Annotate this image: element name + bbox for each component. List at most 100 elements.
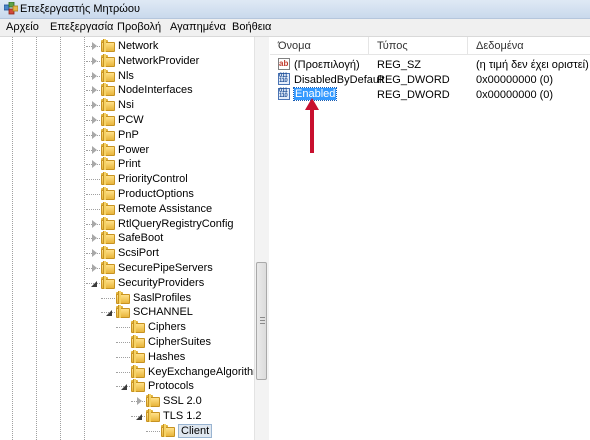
folder-icon xyxy=(116,305,131,319)
column-header-type[interactable]: Τύπος xyxy=(369,37,468,55)
collapsed-arrow-icon[interactable] xyxy=(135,397,144,406)
collapsed-arrow-icon[interactable] xyxy=(90,86,99,95)
collapsed-arrow-icon[interactable] xyxy=(90,249,99,258)
tree-node[interactable]: SaslProfiles xyxy=(0,290,254,306)
tree-node[interactable]: NetworkProvider xyxy=(0,53,254,69)
tree-node[interactable]: ProductOptions xyxy=(0,187,254,202)
tree-node-label: ProductOptions xyxy=(118,188,194,200)
tree-node[interactable]: PnP xyxy=(0,127,254,143)
tree-node[interactable]: KeyExchangeAlgorithms xyxy=(0,364,268,380)
tree-node-label: KeyExchangeAlgorithms xyxy=(148,365,268,378)
tree-node[interactable]: SafeBoot xyxy=(0,231,254,246)
tree-node[interactable]: PriorityControl xyxy=(0,172,254,187)
folder-icon xyxy=(101,187,116,200)
tree-node[interactable]: SecurityProviders xyxy=(0,275,254,291)
tree-node[interactable]: Client xyxy=(0,423,254,439)
tree-node[interactable]: PCW xyxy=(0,113,254,128)
folder-icon xyxy=(101,142,116,156)
tree-node-label: NodeInterfaces xyxy=(118,84,193,97)
tree-node[interactable]: Network xyxy=(0,39,254,54)
expanded-arrow-icon[interactable] xyxy=(120,382,129,391)
value-data: 0x00000000 (0) xyxy=(476,89,554,101)
expanded-arrow-icon[interactable] xyxy=(90,279,99,288)
folder-icon xyxy=(101,231,116,245)
collapsed-arrow-icon[interactable] xyxy=(90,234,99,243)
tree-guide-line xyxy=(116,371,130,373)
collapsed-arrow-icon[interactable] xyxy=(90,71,99,81)
window-title: Επεξεργαστής Μητρώου xyxy=(20,3,140,15)
tree-guide-line xyxy=(116,356,130,358)
value-row[interactable]: 011 110 DisabledByDefault REG_DWORD 0x000000… xyxy=(270,72,590,88)
menu-view[interactable]: Προβολή xyxy=(117,21,161,33)
tree-guide-line xyxy=(86,194,100,195)
folder-icon xyxy=(101,261,116,274)
tree-node[interactable]: Protocols xyxy=(0,379,254,394)
collapsed-arrow-icon[interactable] xyxy=(90,101,99,110)
folder-icon xyxy=(101,127,116,141)
folder-icon xyxy=(146,394,161,408)
registry-tree[interactable]: Network NetworkProvider Nls NodeInterfaces N… xyxy=(0,37,269,440)
menu-edit[interactable]: Επεξεργασία xyxy=(50,21,113,33)
tree-node-label: Print xyxy=(118,158,141,171)
folder-icon xyxy=(131,364,146,378)
menu-help[interactable]: Βοήθεια xyxy=(232,21,271,33)
tree-node[interactable]: Power xyxy=(0,142,254,158)
scrollbar-grip xyxy=(260,317,265,318)
value-data: 0x00000000 (0) xyxy=(476,74,554,86)
tree-node[interactable]: TLS 1.2 xyxy=(0,409,254,424)
collapsed-arrow-icon[interactable] xyxy=(90,56,99,66)
tree-node[interactable]: RtlQueryRegistryConfig xyxy=(0,216,254,232)
menu-favorites[interactable]: Αγαπημένα xyxy=(170,21,226,33)
tree-node[interactable]: SCHANNEL xyxy=(0,305,254,320)
tree-node-label: NetworkProvider xyxy=(118,54,200,67)
tree-guide-line xyxy=(116,342,130,343)
column-header-name[interactable]: Όνομα xyxy=(270,37,369,55)
expanded-arrow-icon[interactable] xyxy=(105,308,114,317)
value-row[interactable]: ab (Προεπιλογή) REG_SZ (η τιμή δεν έχει ορι… xyxy=(270,57,590,73)
tree-node[interactable]: Print xyxy=(0,157,254,172)
tree-guide-line xyxy=(101,297,115,299)
dword-value-icon: 011 110 xyxy=(278,73,290,85)
collapsed-arrow-icon[interactable] xyxy=(90,264,99,273)
tree-node[interactable]: Hashes xyxy=(0,349,254,365)
folder-icon xyxy=(101,216,116,230)
folder-icon xyxy=(131,379,146,393)
tree-node[interactable]: NodeInterfaces xyxy=(0,83,254,98)
scrollbar-grip xyxy=(260,323,265,324)
tree-node-label: SafeBoot xyxy=(118,232,164,245)
string-value-icon: ab xyxy=(278,58,290,70)
tree-node[interactable]: Nsi xyxy=(0,98,254,113)
tree-node[interactable]: Nls xyxy=(0,68,254,84)
tree-node[interactable]: Remote Assistance xyxy=(0,201,254,217)
tree-node-label: PriorityControl xyxy=(118,173,188,186)
folder-icon xyxy=(101,113,116,126)
tree-node-label: Power xyxy=(118,143,150,156)
value-type: REG_DWORD xyxy=(377,74,450,86)
tree-node-label: Hashes xyxy=(148,350,186,363)
menu-bar: Αρχείο Επεξεργασία Προβολή Αγαπημένα Βοή… xyxy=(0,19,590,37)
registry-editor-icon xyxy=(4,2,18,15)
collapsed-arrow-icon[interactable] xyxy=(90,42,99,51)
collapsed-arrow-icon[interactable] xyxy=(90,219,99,229)
tree-node[interactable]: CipherSuites xyxy=(0,335,254,350)
collapsed-arrow-icon[interactable] xyxy=(90,130,99,140)
folder-icon xyxy=(161,423,176,437)
expanded-arrow-icon[interactable] xyxy=(135,412,144,421)
collapsed-arrow-icon[interactable] xyxy=(90,116,99,125)
tree-node-label: SecurityProviders xyxy=(118,276,205,289)
value-type: REG_SZ xyxy=(377,59,422,71)
folder-icon xyxy=(131,349,146,363)
tree-scrollbar[interactable] xyxy=(254,37,269,440)
collapsed-arrow-icon[interactable] xyxy=(90,160,99,169)
scrollbar-thumb[interactable] xyxy=(256,262,267,380)
tree-guide-line xyxy=(116,327,130,329)
tree-node[interactable]: ScsiPort xyxy=(0,246,254,261)
tree-node[interactable]: SecurePipeServers xyxy=(0,261,254,276)
column-header-data[interactable]: Δεδομένα xyxy=(468,37,590,55)
menu-file[interactable]: Αρχείο xyxy=(6,21,39,33)
collapsed-arrow-icon[interactable] xyxy=(90,145,99,155)
tree-node[interactable]: SSL 2.0 xyxy=(0,394,254,409)
tree-node[interactable]: Ciphers xyxy=(0,320,254,335)
tree-node-label: SaslProfiles xyxy=(133,291,192,304)
folder-icon xyxy=(101,201,116,215)
